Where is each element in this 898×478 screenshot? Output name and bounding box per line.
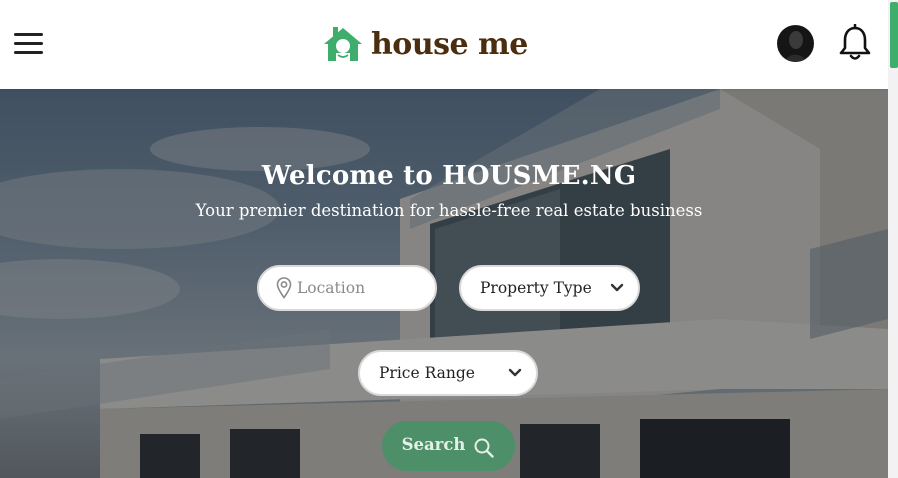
user-avatar[interactable] xyxy=(777,25,814,62)
search-button[interactable]: Search xyxy=(382,421,515,471)
search-button-label: Search xyxy=(401,434,466,454)
hamburger-menu-icon[interactable] xyxy=(14,33,43,54)
chevron-down-icon xyxy=(610,283,624,292)
price-range-dropdown[interactable]: Price Range xyxy=(358,350,538,396)
hero-overlay xyxy=(0,89,888,478)
scrollbar-track[interactable] xyxy=(888,0,898,478)
logo[interactable]: house me xyxy=(322,25,528,65)
hero-subtitle: Your premier destination for hassle-free… xyxy=(195,201,703,220)
top-header: house me xyxy=(0,0,888,89)
bell-icon[interactable] xyxy=(837,24,873,64)
location-field[interactable] xyxy=(257,265,437,311)
magnifier-icon xyxy=(474,438,495,458)
price-range-label: Price Range xyxy=(379,364,475,382)
location-input[interactable] xyxy=(295,278,429,298)
hero-title: Welcome to HOUSME.NG xyxy=(261,161,637,191)
user-avatar-image xyxy=(777,25,814,62)
property-type-dropdown[interactable]: Property Type xyxy=(459,265,640,311)
map-pin-icon xyxy=(276,277,292,299)
chevron-down-icon xyxy=(508,368,522,377)
house-logo-icon xyxy=(324,27,362,61)
property-type-label: Property Type xyxy=(480,279,592,297)
logo-text: house me xyxy=(371,27,528,62)
hero-section: Welcome to HOUSME.NG Your premier destin… xyxy=(0,89,888,478)
scrollbar-thumb[interactable] xyxy=(890,2,898,68)
